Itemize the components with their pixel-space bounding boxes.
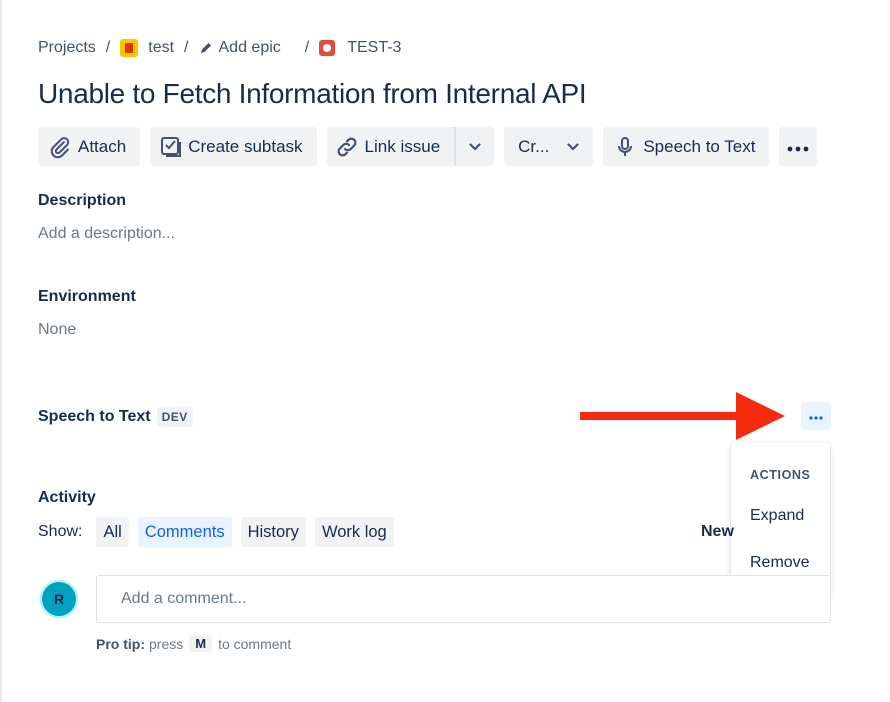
environment-label: Environment <box>38 288 136 305</box>
comment-input[interactable] <box>96 575 831 623</box>
more-icon <box>787 137 809 157</box>
link-icon <box>335 135 359 159</box>
more-icon <box>809 407 823 425</box>
link-issue-label: Link issue <box>364 136 441 156</box>
environment-field[interactable]: None <box>38 321 76 339</box>
subtask-icon <box>160 136 182 158</box>
breadcrumb: Projects / test / Add epic / TEST-3 <box>38 37 401 59</box>
avatar: R <box>40 580 78 618</box>
menu-item-remove[interactable]: Remove <box>750 554 810 572</box>
menu-item-expand[interactable]: Expand <box>750 507 804 525</box>
bug-icon <box>319 40 336 56</box>
breadcrumb-add-epic[interactable]: Add epic <box>199 39 281 57</box>
page-title[interactable]: Unable to Fetch Information from Interna… <box>38 78 587 110</box>
sort-order-button[interactable]: New <box>701 523 734 541</box>
annotation-arrow-icon <box>580 392 785 440</box>
breadcrumb-issue-key[interactable]: TEST-3 <box>319 39 401 57</box>
link-issue-split-button: Link issue <box>326 127 495 166</box>
create-subtask-label: Create subtask <box>188 136 303 156</box>
description-label: Description <box>38 192 127 209</box>
show-label: Show: <box>38 523 83 540</box>
issue-toolbar: Attach Create subtask Link issue Cr... S… <box>38 127 827 166</box>
breadcrumb-project[interactable]: test <box>120 39 174 57</box>
description-field[interactable]: Add a description... <box>38 225 175 243</box>
panel-more-actions-button[interactable] <box>801 402 831 430</box>
project-icon <box>120 39 139 57</box>
attach-button[interactable]: Attach <box>38 127 141 166</box>
chevron-down-icon <box>469 138 481 156</box>
paperclip-icon <box>48 135 72 159</box>
speech-to-text-panel-title: Speech to Text <box>38 408 151 425</box>
breadcrumb-separator: / <box>184 39 189 56</box>
activity-filter-bar: Show: All Comments History Work log <box>38 517 403 547</box>
filter-history[interactable]: History <box>240 517 306 547</box>
pro-tip: Pro tip: press M to comment <box>96 635 291 652</box>
link-issue-button[interactable]: Link issue <box>327 127 457 166</box>
filter-comments[interactable]: Comments <box>137 517 232 547</box>
breadcrumb-projects[interactable]: Projects <box>38 39 96 57</box>
create-dropdown-button[interactable]: Cr... <box>504 127 594 166</box>
speech-to-text-label: Speech to Text <box>643 136 756 156</box>
attach-label: Attach <box>78 136 127 156</box>
filter-work-log[interactable]: Work log <box>314 517 394 547</box>
left-border <box>0 0 2 702</box>
speech-to-text-button[interactable]: Speech to Text <box>603 127 770 166</box>
pencil-icon <box>199 41 213 55</box>
dev-badge: DEV <box>156 407 193 427</box>
pro-tip-press: press <box>149 635 184 652</box>
actions-dropdown-menu: ACTIONS Expand Remove <box>731 442 830 594</box>
actions-menu-heading: ACTIONS <box>750 468 811 482</box>
create-subtask-button[interactable]: Create subtask <box>150 127 317 166</box>
breadcrumb-project-label: test <box>148 39 175 56</box>
pro-tip-rest: to comment <box>218 635 292 652</box>
more-actions-button[interactable] <box>779 127 818 166</box>
microphone-icon <box>613 135 637 159</box>
keyboard-shortcut-key: M <box>189 635 213 652</box>
pro-tip-label: Pro tip: <box>96 635 145 652</box>
breadcrumb-separator: / <box>105 39 111 56</box>
breadcrumb-issue-key-label: TEST-3 <box>347 39 402 56</box>
activity-label: Activity <box>38 489 96 506</box>
filter-all[interactable]: All <box>96 517 129 547</box>
breadcrumb-add-epic-label: Add epic <box>218 39 281 56</box>
link-issue-dropdown-button[interactable] <box>456 127 494 166</box>
speech-to-text-panel-header: Speech to Text DEV <box>38 407 193 427</box>
create-dropdown-label: Cr... <box>518 136 550 156</box>
breadcrumb-separator: / <box>304 39 310 56</box>
chevron-down-icon <box>567 142 579 151</box>
